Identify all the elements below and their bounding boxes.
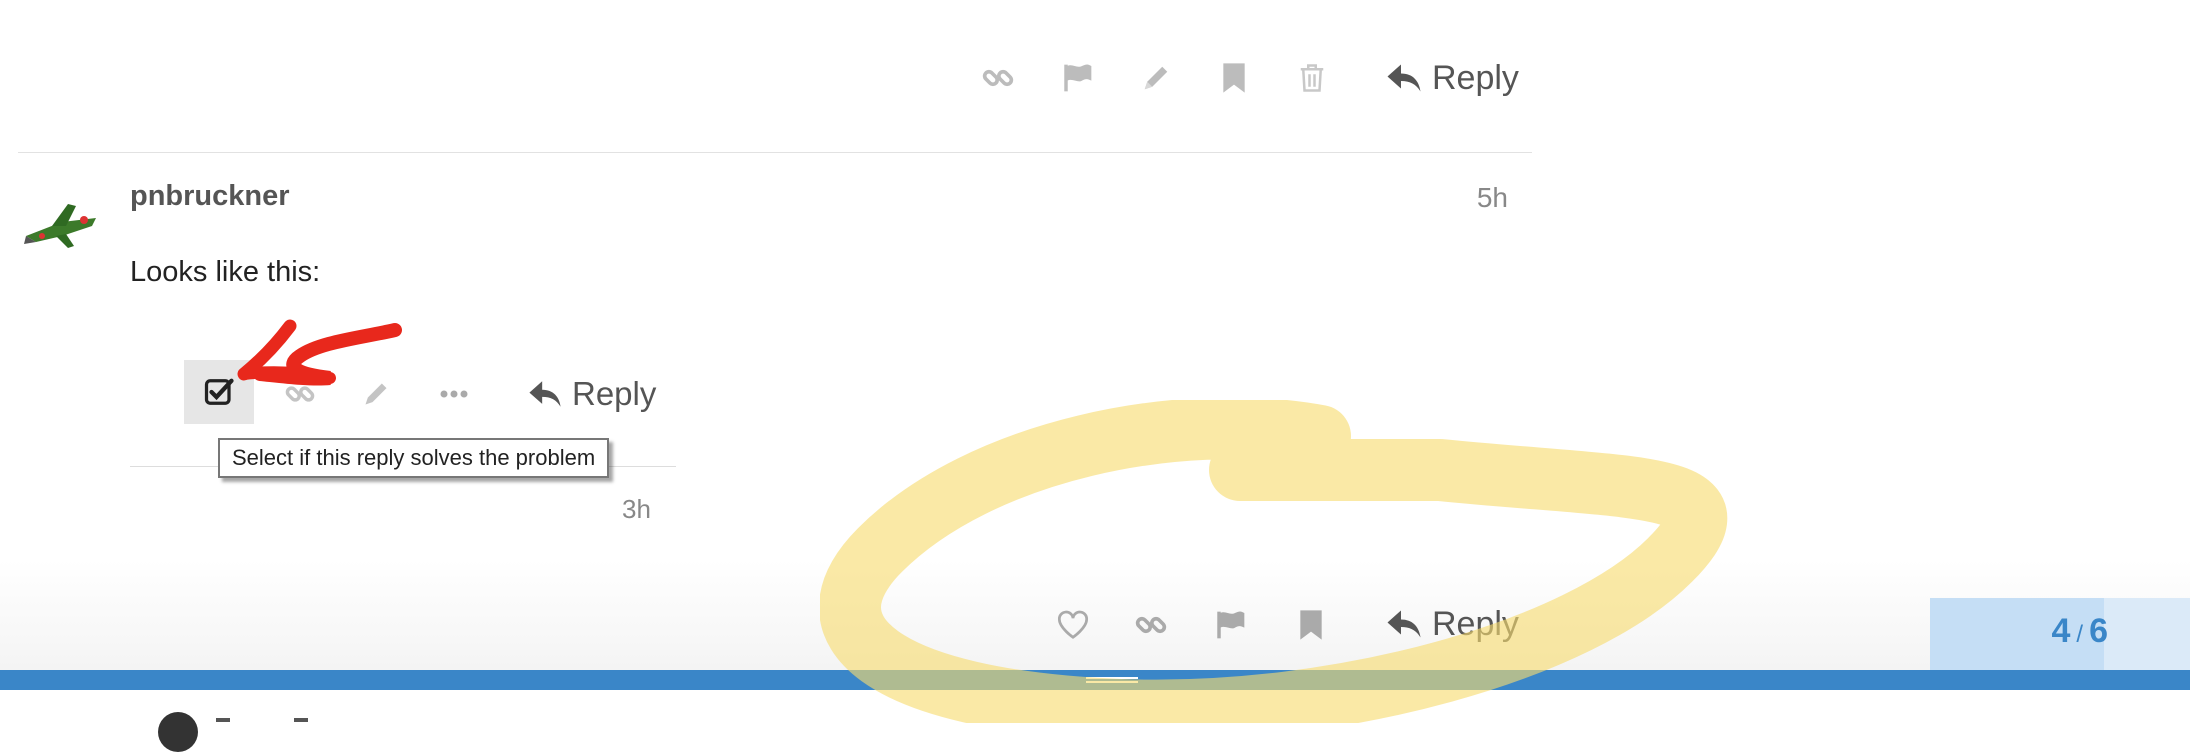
trash-icon[interactable] (1292, 58, 1332, 98)
reply-arrow-icon (529, 381, 561, 407)
tooltip: Select if this reply solves the problem (218, 438, 610, 478)
reply-label: Reply (1432, 604, 1519, 643)
bookmark-icon[interactable] (1290, 604, 1332, 646)
progress-text: 4/6 (2051, 612, 2108, 651)
post-divider (18, 152, 1532, 153)
reply-button[interactable]: Reply (1386, 56, 1519, 100)
bookmark-icon[interactable] (1214, 58, 1254, 98)
reply-button[interactable]: Reply (1386, 602, 1519, 646)
timeline-progress[interactable]: 4/6 (1930, 598, 2190, 670)
bottom-fade (0, 560, 2190, 670)
reply-arrow-icon (1387, 64, 1421, 92)
heart-icon[interactable] (1052, 604, 1094, 646)
more-icon (434, 374, 474, 414)
progress-separator: / (2076, 621, 2084, 648)
embedded-reply-button: Reply (528, 372, 656, 416)
avatar[interactable] (22, 196, 102, 252)
link-icon[interactable] (978, 58, 1018, 98)
reply-label: Reply (1432, 58, 1519, 97)
post-time[interactable]: 5h (1477, 182, 1508, 214)
footer-icon[interactable] (216, 718, 230, 722)
post-text: Looks like this: (130, 256, 321, 288)
flag-icon[interactable] (1210, 604, 1252, 646)
reply-label: Reply (572, 375, 657, 412)
reply-arrow-icon (1387, 610, 1421, 638)
footer-avatar[interactable] (158, 712, 198, 752)
embedded-time: 3h (622, 494, 651, 524)
pencil-icon[interactable] (1136, 58, 1176, 98)
footer-icon[interactable] (294, 718, 308, 722)
red-arrow-annotation (237, 319, 402, 386)
link-icon[interactable] (1130, 604, 1172, 646)
footer-strip (0, 690, 2190, 723)
drag-handle-icon[interactable] (1086, 676, 1138, 684)
progress-current: 4 (2051, 612, 2071, 650)
flag-icon[interactable] (1058, 58, 1098, 98)
progress-total: 6 (2089, 612, 2108, 650)
username[interactable]: pnbruckner (130, 180, 290, 213)
